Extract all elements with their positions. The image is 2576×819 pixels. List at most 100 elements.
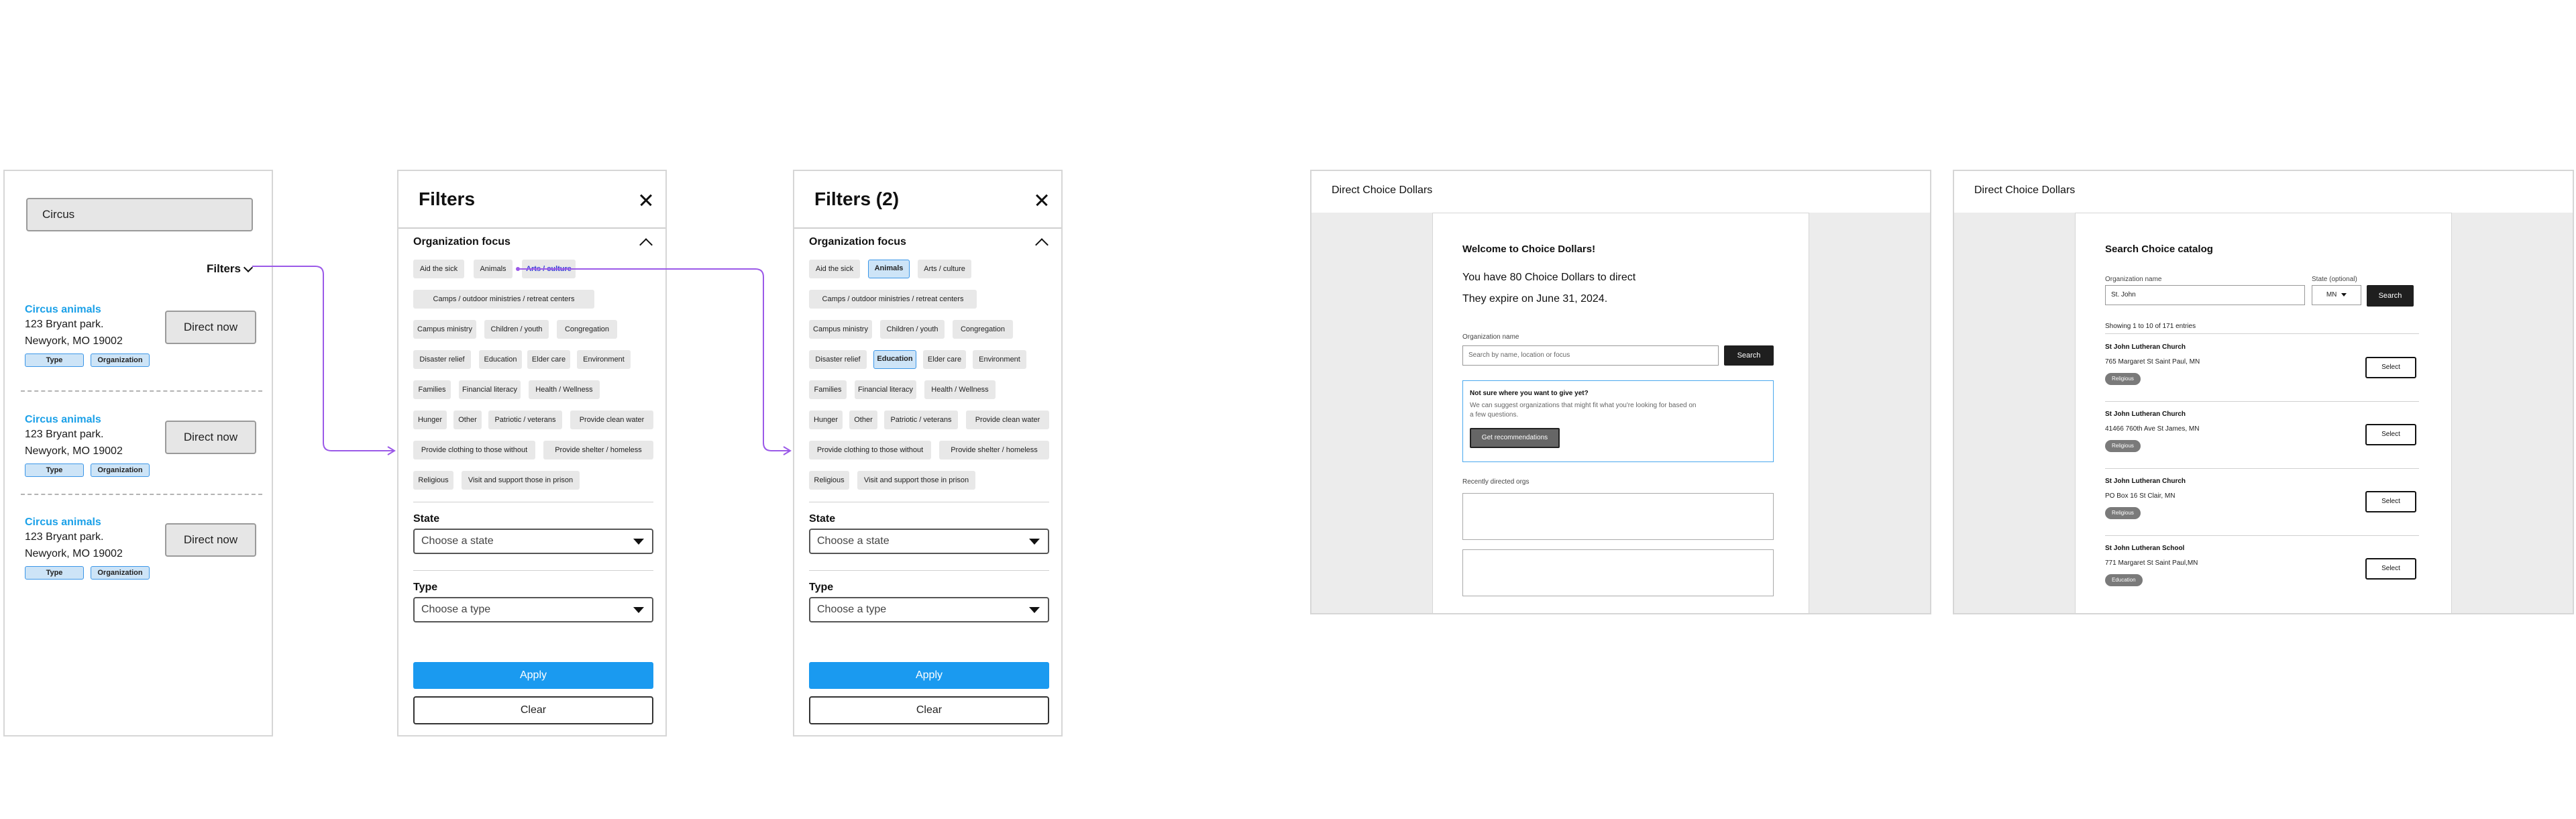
brand-title[interactable]: Direct Choice Dollars bbox=[1332, 184, 1432, 197]
connector-arrowhead bbox=[387, 446, 396, 455]
get-recommendations-button[interactable]: Get recommendations bbox=[1470, 428, 1560, 448]
state-label: State (optional) bbox=[2312, 276, 2357, 283]
chip-aid-the-sick[interactable]: Aid the sick bbox=[413, 260, 464, 278]
select-button[interactable]: Select bbox=[2365, 424, 2416, 445]
search-button[interactable]: Search bbox=[1724, 345, 1774, 366]
chip-children-youth[interactable]: Children / youth bbox=[880, 320, 945, 339]
chip-patriotic-veterans[interactable]: Patriotic / veterans bbox=[884, 411, 958, 429]
chip-elder-care[interactable]: Elder care bbox=[527, 350, 570, 369]
chip-provide-shelter[interactable]: Provide shelter / homeless bbox=[543, 441, 653, 459]
state-select[interactable]: Choose a state bbox=[809, 529, 1049, 554]
chip-camps[interactable]: Camps / outdoor ministries / retreat cen… bbox=[809, 290, 977, 309]
org-name-label: Organization name bbox=[1462, 333, 1519, 341]
chip-provide-clothing[interactable]: Provide clothing to those without bbox=[809, 441, 931, 459]
organization-tag: Organization bbox=[91, 566, 150, 580]
select-button[interactable]: Select bbox=[2365, 491, 2416, 512]
chip-families[interactable]: Families bbox=[413, 380, 451, 399]
organization-tag: Organization bbox=[91, 463, 150, 477]
state-select[interactable]: MN bbox=[2312, 285, 2361, 305]
chip-education[interactable]: Education bbox=[479, 350, 522, 369]
chip-hunger[interactable]: Hunger bbox=[413, 411, 447, 429]
chevron-up-icon[interactable] bbox=[639, 238, 653, 252]
chip-campus-ministry[interactable]: Campus ministry bbox=[413, 320, 476, 339]
chip-education-selected[interactable]: Education bbox=[873, 350, 916, 369]
org-category-badge: Religious bbox=[2105, 507, 2141, 519]
modal-title: Filters (2) bbox=[814, 188, 900, 209]
chip-animals[interactable]: Animals bbox=[474, 260, 513, 278]
chip-religious[interactable]: Religious bbox=[413, 471, 453, 490]
clear-button[interactable]: Clear bbox=[413, 696, 653, 724]
chip-financial-literacy[interactable]: Financial literacy bbox=[459, 380, 521, 399]
chip-provide-shelter[interactable]: Provide shelter / homeless bbox=[939, 441, 1049, 459]
type-tag: Type bbox=[25, 353, 84, 367]
state-placeholder: Choose a state bbox=[421, 535, 494, 547]
search-input[interactable]: Search by name, location or focus bbox=[1462, 345, 1719, 366]
chip-other[interactable]: Other bbox=[453, 411, 482, 429]
org-name-input[interactable]: St. John bbox=[2105, 285, 2305, 305]
type-select[interactable]: Choose a type bbox=[809, 597, 1049, 622]
chip-disaster-relief[interactable]: Disaster relief bbox=[809, 350, 867, 369]
filters-toggle[interactable]: Filters bbox=[206, 262, 254, 276]
apply-button[interactable]: Apply bbox=[809, 662, 1049, 689]
chip-religious[interactable]: Religious bbox=[809, 471, 849, 490]
chevron-up-icon[interactable] bbox=[1035, 238, 1049, 252]
search-button[interactable]: Search bbox=[2367, 285, 2414, 307]
org-address: 765 Margaret St Saint Paul, MN bbox=[2105, 358, 2200, 366]
chip-provide-clean-water[interactable]: Provide clean water bbox=[966, 411, 1049, 429]
close-icon[interactable] bbox=[1036, 194, 1048, 206]
chip-hunger[interactable]: Hunger bbox=[809, 411, 843, 429]
chip-environment[interactable]: Environment bbox=[577, 350, 631, 369]
chip-campus-ministry[interactable]: Campus ministry bbox=[809, 320, 872, 339]
rec-title: Not sure where you want to give yet? bbox=[1470, 390, 1589, 397]
direct-now-button[interactable]: Direct now bbox=[165, 421, 256, 454]
chip-other[interactable]: Other bbox=[849, 411, 877, 429]
organization-tag: Organization bbox=[91, 353, 150, 367]
chip-arts-culture[interactable]: Arts / culture bbox=[918, 260, 971, 278]
type-label: Type bbox=[413, 582, 438, 593]
org-address: PO Box 16 St Clair, MN bbox=[2105, 492, 2176, 500]
chip-visit-prison[interactable]: Visit and support those in prison bbox=[462, 471, 580, 490]
clear-button[interactable]: Clear bbox=[809, 696, 1049, 724]
chip-health-wellness[interactable]: Health / Wellness bbox=[529, 380, 600, 399]
filters-modal-selected: Filters (2) Organization focus Aid the s… bbox=[793, 170, 1063, 736]
chip-animals-selected[interactable]: Animals bbox=[868, 260, 910, 278]
chip-provide-clothing[interactable]: Provide clothing to those without bbox=[413, 441, 535, 459]
brand-title[interactable]: Direct Choice Dollars bbox=[1974, 184, 2075, 197]
chip-congregation[interactable]: Congregation bbox=[953, 320, 1013, 339]
chip-disaster-relief[interactable]: Disaster relief bbox=[413, 350, 471, 369]
type-select[interactable]: Choose a type bbox=[413, 597, 653, 622]
select-button[interactable]: Select bbox=[2365, 357, 2416, 378]
org-name: St John Lutheran Church bbox=[2105, 411, 2186, 418]
main-content: Welcome to Choice Dollars! You have 80 C… bbox=[1432, 213, 1809, 613]
catalog-heading: Search Choice catalog bbox=[2105, 243, 2213, 255]
state-label: State bbox=[413, 513, 440, 525]
chip-camps[interactable]: Camps / outdoor ministries / retreat cen… bbox=[413, 290, 594, 309]
chip-environment[interactable]: Environment bbox=[973, 350, 1026, 369]
chip-arts-culture[interactable]: Arts / culture bbox=[522, 260, 576, 278]
chip-financial-literacy[interactable]: Financial literacy bbox=[855, 380, 916, 399]
chip-families[interactable]: Families bbox=[809, 380, 847, 399]
chip-patriotic-veterans[interactable]: Patriotic / veterans bbox=[488, 411, 562, 429]
chip-health-wellness[interactable]: Health / Wellness bbox=[924, 380, 996, 399]
org-category-badge: Religious bbox=[2105, 373, 2141, 385]
search-input[interactable]: Circus bbox=[26, 198, 253, 231]
recent-org-card[interactable] bbox=[1462, 493, 1774, 540]
chip-provide-clean-water[interactable]: Provide clean water bbox=[570, 411, 653, 429]
chip-elder-care[interactable]: Elder care bbox=[923, 350, 966, 369]
result-divider bbox=[21, 494, 262, 495]
select-button[interactable]: Select bbox=[2365, 558, 2416, 580]
filters-label: Filters bbox=[206, 262, 241, 275]
type-label: Type bbox=[809, 582, 834, 593]
recent-org-card[interactable] bbox=[1462, 549, 1774, 596]
chip-visit-prison[interactable]: Visit and support those in prison bbox=[857, 471, 975, 490]
direct-now-button[interactable]: Direct now bbox=[165, 523, 256, 557]
close-icon[interactable] bbox=[640, 194, 652, 206]
state-select[interactable]: Choose a state bbox=[413, 529, 653, 554]
apply-button[interactable]: Apply bbox=[413, 662, 653, 689]
direct-now-button[interactable]: Direct now bbox=[165, 311, 256, 344]
chip-aid-the-sick[interactable]: Aid the sick bbox=[809, 260, 860, 278]
org-name-label: Organization name bbox=[2105, 276, 2162, 283]
recent-label: Recently directed orgs bbox=[1462, 478, 1529, 486]
chip-congregation[interactable]: Congregation bbox=[557, 320, 617, 339]
chip-children-youth[interactable]: Children / youth bbox=[484, 320, 549, 339]
